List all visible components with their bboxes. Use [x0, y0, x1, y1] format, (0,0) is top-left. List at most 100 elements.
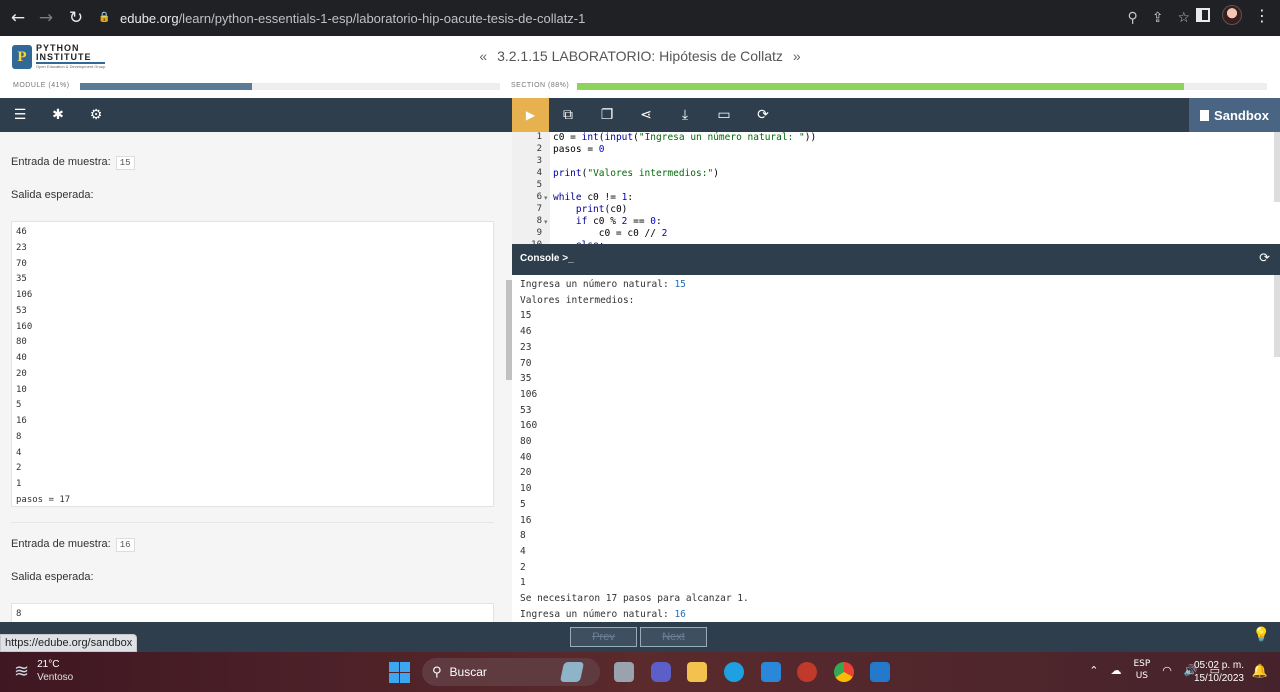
expected-output-label: Salida esperada:	[11, 571, 94, 583]
prev-button[interactable]: Prev	[570, 627, 637, 647]
progress-row: MODULE (41%) SECTION (88%)	[0, 82, 1280, 92]
left-toolbar: ☰ ✱ ⚙	[0, 98, 512, 132]
lesson-title-text: 3.2.1.15 LABORATORIO: Hipótesis de Colla…	[497, 48, 783, 64]
bookmark-star-icon[interactable]: ☆	[1177, 10, 1190, 26]
store-icon[interactable]	[761, 662, 781, 682]
output-line: 23	[16, 242, 27, 253]
cloud-icon[interactable]: ☁	[1110, 664, 1121, 677]
share-icon[interactable]: ⇪	[1152, 10, 1164, 26]
logo-line3: Open Education & Development Group	[36, 64, 106, 69]
teams-chat-icon[interactable]	[651, 662, 671, 682]
sample-input-value: 16	[115, 538, 135, 552]
code-editor[interactable]: 123456▾78▾910 c0 = int(input("Ingresa un…	[512, 132, 1280, 244]
console-line: Ingresa un número natural: 16	[520, 608, 686, 620]
fold-toggle-icon[interactable]: ▾	[544, 194, 548, 202]
task-view-icon[interactable]	[614, 662, 634, 682]
bug-icon[interactable]: ✱	[50, 107, 66, 123]
app-red-icon[interactable]	[797, 662, 817, 682]
console-line: 4	[520, 545, 526, 557]
address-bar[interactable]: 🔒 edube.org/learn/python-essentials-1-es…	[88, 4, 1198, 32]
code-line: c0 = c0 // 2	[553, 228, 668, 239]
sample-input-value: 15	[115, 156, 135, 170]
reset-icon[interactable]: ⟳	[755, 107, 771, 123]
wifi-icon[interactable]: ◠	[1162, 664, 1172, 677]
reload-icon[interactable]: ↻	[63, 5, 89, 31]
chevron-up-icon[interactable]: ⌃	[1089, 664, 1098, 677]
output-line: 70	[16, 258, 27, 269]
output-line: 4	[16, 447, 22, 458]
code-line: if c0 % 2 == 0:	[575, 216, 662, 227]
module-progress-bar	[80, 83, 500, 90]
console-output[interactable]: Ingresa un número natural: 15 Valores int…	[512, 275, 1280, 622]
document-icon	[1200, 109, 1210, 121]
code-line: pasos = 0	[553, 144, 605, 155]
browser-toolbar: ← → ↻ 🔒 edube.org/learn/python-essential…	[0, 0, 1280, 36]
menu-kebab-icon[interactable]: ⋮	[1254, 6, 1270, 25]
site-header: P PYTHON INSTITUTE Open Education & Deve…	[0, 36, 1280, 98]
download-icon[interactable]: ⤓	[677, 107, 693, 123]
output-line: 16	[16, 416, 27, 426]
prev-lesson-arrow[interactable]: «	[479, 48, 487, 64]
line-number: 4	[536, 168, 542, 178]
console-line: 80	[520, 436, 532, 447]
code-line: print("Valores intermedios:")	[553, 168, 719, 179]
sandbox-button[interactable]: Sandbox	[1189, 98, 1280, 132]
url-text: edube.org/learn/python-essentials-1-esp/…	[120, 10, 586, 26]
instructions-pane: ☰ ✱ ⚙ Entrada de muestra: 15 Salida espe…	[0, 98, 512, 622]
language-indicator[interactable]: ESP US	[1133, 658, 1150, 682]
zoom-icon[interactable]: ⚲	[1127, 10, 1137, 26]
console-scrollbar[interactable]	[1274, 275, 1280, 357]
sample-input-label: Entrada de muestra:	[11, 156, 111, 168]
output-line: 20	[16, 368, 27, 379]
lesson-title: « 3.2.1.15 LABORATORIO: Hipótesis de Col…	[0, 48, 1280, 64]
console-line: 40	[520, 451, 532, 463]
lightbulb-icon[interactable]: 💡	[1253, 627, 1270, 643]
code-line: c0 = int(input("Ingresa un número natura…	[553, 132, 817, 143]
chrome-icon[interactable]	[834, 662, 854, 682]
search-icon: ⚲	[432, 664, 442, 680]
sandbox-label: Sandbox	[1214, 107, 1269, 123]
clock[interactable]: 05:02 p. m. 15/10/2023	[1194, 659, 1244, 685]
sample-input-2: Entrada de muestra: 16	[11, 538, 135, 552]
folder-open-icon[interactable]: ▭	[716, 107, 732, 123]
console-line: 1	[520, 577, 526, 589]
file-explorer-icon[interactable]	[687, 662, 707, 682]
profile-avatar[interactable]	[1222, 5, 1242, 25]
vscode-icon[interactable]	[870, 662, 890, 682]
fold-toggle-icon[interactable]: ▾	[544, 218, 548, 226]
copy-icon[interactable]: ⧉	[560, 107, 576, 123]
paste-icon[interactable]: ❐	[599, 107, 615, 123]
next-button[interactable]: Next	[640, 627, 707, 647]
lang-line2: US	[1135, 671, 1149, 681]
wind-icon: ≋	[14, 660, 30, 682]
console-refresh-icon[interactable]: ⟳	[1259, 251, 1270, 266]
code-line: print(c0)	[575, 204, 628, 215]
back-icon[interactable]: ←	[5, 5, 31, 31]
console-line: 23	[520, 341, 532, 353]
output-line: 10	[16, 384, 27, 395]
time: 05:02 p. m.	[1193, 660, 1244, 671]
windows-start-icon[interactable]	[389, 662, 410, 683]
edge-icon[interactable]	[724, 662, 744, 682]
run-button[interactable]: ▶	[512, 98, 549, 132]
weather-widget[interactable]: ≋ 21°C Ventoso	[14, 658, 73, 684]
console-line: 20	[520, 467, 532, 479]
output-line: 8	[16, 431, 22, 442]
line-number: 5	[536, 180, 542, 190]
sample-input-1: Entrada de muestra: 15	[11, 156, 135, 170]
next-lesson-arrow[interactable]: »	[793, 48, 801, 64]
console-line: 160	[520, 420, 538, 432]
output-line: 2	[16, 463, 22, 474]
forward-icon[interactable]: →	[33, 5, 59, 31]
gear-icon[interactable]: ⚙	[88, 107, 104, 123]
module-progress-label: MODULE (41%)	[13, 82, 70, 89]
status-url: https://edube.org/sandbox	[0, 634, 138, 652]
instructions-content: Entrada de muestra: 15 Salida esperada: …	[0, 132, 504, 622]
hamburger-menu-icon[interactable]: ☰	[12, 107, 28, 123]
side-panel-icon[interactable]	[1196, 8, 1210, 22]
console-line: 35	[520, 373, 532, 385]
notification-bell-icon[interactable]: 🔔	[1252, 664, 1268, 679]
share-icon[interactable]: ⋖	[638, 107, 654, 123]
editor-scrollbar[interactable]	[1274, 132, 1280, 202]
weather-text: Ventoso	[37, 672, 74, 683]
